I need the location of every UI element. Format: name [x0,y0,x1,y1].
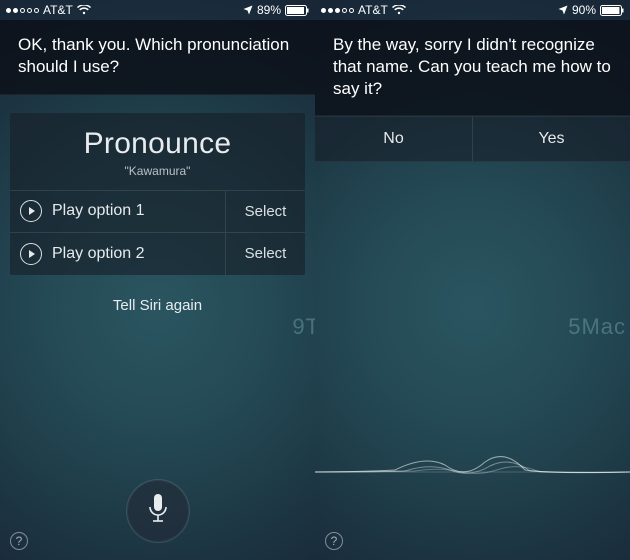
battery-percent: 89% [257,3,281,17]
microphone-icon [146,493,170,530]
select-option-1[interactable]: Select [225,191,305,232]
location-icon [558,5,568,15]
help-button[interactable]: ? [10,532,28,550]
select-option-2[interactable]: Select [225,233,305,275]
status-right: 90% [558,3,624,17]
status-right: 89% [243,3,309,17]
signal-dots-icon [321,8,354,13]
play-option-2[interactable]: Play option 2 [10,233,225,275]
siri-prompt-text: OK, thank you. Which pronunciation shoul… [0,20,315,95]
pronunciation-option-row: Play option 1 Select [10,191,305,233]
signal-dots-icon [6,8,39,13]
watermark-text: 9T [292,314,315,340]
wifi-icon [392,5,406,15]
watermark-text: 5Mac [568,314,626,340]
yes-button[interactable]: Yes [473,117,630,161]
status-bar: AT&T 89% [0,0,315,20]
play-option-1[interactable]: Play option 1 [10,191,225,232]
status-left: AT&T [6,3,91,17]
siri-mic-button[interactable] [127,480,189,542]
no-button[interactable]: No [315,117,473,161]
phone-right: AT&T 90% By the way, sorry I didn't reco… [315,0,630,560]
play-icon [20,243,42,265]
play-icon [20,200,42,222]
pronounce-word: "Kawamura" [10,164,305,178]
location-icon [243,5,253,15]
siri-waveform-icon [315,430,630,500]
siri-prompt-text: By the way, sorry I didn't recognize tha… [315,20,630,116]
battery-percent: 90% [572,3,596,17]
carrier-label: AT&T [43,3,73,17]
pronounce-card: Pronounce "Kawamura" Play option 1 Selec… [10,113,305,275]
status-left: AT&T [321,3,406,17]
phone-left: AT&T 89% OK, thank you. Which pronunciat… [0,0,315,560]
help-button[interactable]: ? [325,532,343,550]
yes-no-row: No Yes [315,116,630,162]
pronounce-header: Pronounce "Kawamura" [10,113,305,191]
battery-icon [600,5,624,16]
tell-siri-again-button[interactable]: Tell Siri again [0,297,315,314]
carrier-label: AT&T [358,3,388,17]
battery-icon [285,5,309,16]
status-bar: AT&T 90% [315,0,630,20]
pronunciation-option-row: Play option 2 Select [10,233,305,275]
option-label: Play option 2 [52,245,145,263]
option-label: Play option 1 [52,202,145,220]
pronounce-title: Pronounce [10,127,305,161]
wifi-icon [77,5,91,15]
